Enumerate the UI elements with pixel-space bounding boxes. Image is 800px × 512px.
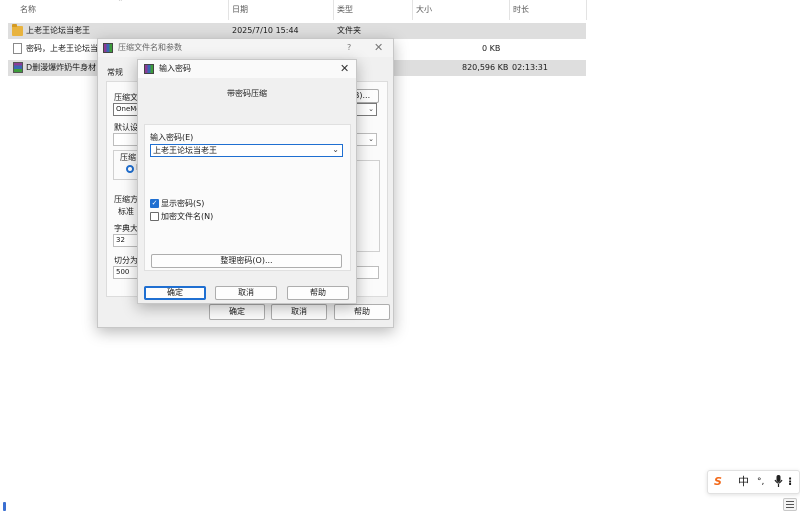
help-button[interactable]: 帮助 <box>287 286 349 300</box>
column-header-duration[interactable]: 时长 <box>513 0 529 20</box>
default-profile-label: 默认设 <box>114 123 138 132</box>
column-header-date[interactable]: 日期 <box>232 0 248 20</box>
ok-button[interactable]: 确定 <box>144 286 206 300</box>
encrypt-filenames-label: 加密文件名(N) <box>161 212 214 221</box>
microphone-icon[interactable] <box>774 474 783 493</box>
cancel-button[interactable]: 取消 <box>215 286 277 300</box>
winrar-icon <box>144 64 154 74</box>
dictionary-label: 字典大 <box>114 224 138 233</box>
ime-toolbar: S 中 °, ⁝ <box>707 470 800 494</box>
scroll-indicator-icon <box>3 502 6 511</box>
show-password-label: 显示密码(S) <box>161 199 205 208</box>
split-label: 切分为 <box>114 256 138 265</box>
file-size: 820,596 KB <box>462 63 509 72</box>
password-label: 输入密码(E) <box>150 133 194 142</box>
more-options-icon[interactable]: ⁝ <box>788 474 792 490</box>
enter-password-dialog: 输入密码 ✕ 带密码压缩 输入密码(E) 上老王论坛当老王 ⌄ ✓ 显示密码(S… <box>137 59 357 304</box>
column-header-size[interactable]: 大小 <box>416 0 432 20</box>
winrar-icon <box>103 43 113 53</box>
file-size: 0 KB <box>482 44 501 53</box>
format-radio[interactable] <box>126 165 134 173</box>
file-date: 2025/7/10 15:44 <box>232 26 299 35</box>
folder-icon <box>12 24 23 36</box>
punctuation-toggle[interactable]: °, <box>757 474 764 490</box>
encrypt-filenames-checkbox[interactable] <box>150 212 159 221</box>
organize-passwords-button[interactable]: 整理密码(O)... <box>151 254 342 268</box>
file-type: 文件夹 <box>337 26 361 35</box>
file-duration: 02:13:31 <box>512 63 548 72</box>
file-name: 密码，上老王论坛当 <box>26 44 98 53</box>
sort-ascending-icon: ˆ <box>118 0 123 9</box>
column-header-name[interactable]: 名称 <box>20 0 36 20</box>
file-name: 上老王论坛当老王 <box>26 26 90 35</box>
ok-button[interactable]: 确定 <box>209 304 265 320</box>
dialog-title: 压缩文件名和参数 <box>118 43 182 52</box>
title-bar: 输入密码 ✕ <box>138 60 356 78</box>
tab-general[interactable]: 常规 <box>107 67 123 78</box>
method-value[interactable]: 标准 <box>118 206 134 217</box>
close-icon[interactable]: ✕ <box>374 39 383 57</box>
chevron-down-icon: ⌄ <box>368 135 374 143</box>
dialog-subtitle: 带密码压缩 <box>227 89 267 98</box>
ime-mode-toggle[interactable]: 中 <box>738 474 749 490</box>
show-password-checkbox[interactable]: ✓ <box>150 199 159 208</box>
file-name: D删漫爆炸奶牛身材 <box>26 63 97 72</box>
password-input[interactable]: 上老王论坛当老王 ⌄ <box>150 144 343 157</box>
sogou-logo-icon[interactable]: S <box>714 474 722 490</box>
help-icon[interactable]: ? <box>347 39 351 57</box>
method-label: 压缩方 <box>114 195 138 204</box>
help-button[interactable]: 帮助 <box>334 304 390 320</box>
dialog-title: 输入密码 <box>159 64 191 73</box>
archive-file-icon <box>13 62 23 73</box>
text-file-icon <box>13 43 22 54</box>
file-row[interactable]: 上老王论坛当老王 2025/7/10 15:44 文件夹 <box>8 23 586 39</box>
chevron-down-icon: ⌄ <box>368 105 374 113</box>
archive-name-label: 压缩文 <box>114 93 138 102</box>
cancel-button[interactable]: 取消 <box>271 304 327 320</box>
chevron-down-icon: ⌄ <box>332 145 339 154</box>
menu-icon[interactable] <box>783 498 797 511</box>
close-icon[interactable]: ✕ <box>340 60 349 78</box>
title-bar: 压缩文件名和参数 ? ✕ <box>98 39 393 57</box>
password-panel: 输入密码(E) 上老王论坛当老王 ⌄ ✓ 显示密码(S) 加密文件名(N) 整理… <box>144 124 351 271</box>
column-header-type[interactable]: 类型 <box>337 0 353 20</box>
format-group-label: 压缩 <box>120 153 136 162</box>
